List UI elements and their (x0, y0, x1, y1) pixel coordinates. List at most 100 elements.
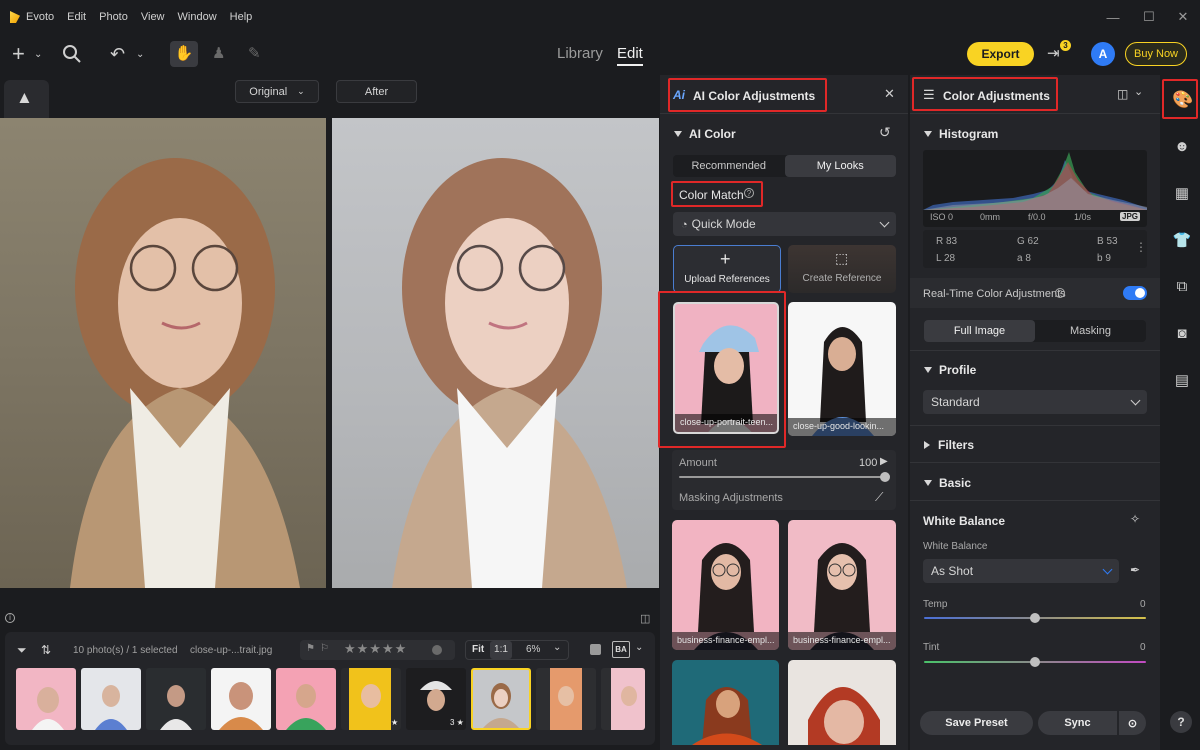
menu-edit[interactable]: Edit (67, 11, 86, 23)
create-reference-button[interactable]: ⬚ Create Reference (788, 245, 896, 293)
divider (660, 113, 908, 114)
realtime-toggle[interactable] (1123, 286, 1147, 300)
look-label: business-finance-empl... (788, 632, 896, 650)
avatar[interactable]: A (1091, 42, 1115, 66)
clothing-tool-icon[interactable]: 👕 (1172, 231, 1192, 251)
maximize-icon[interactable]: ☐ (1132, 0, 1166, 34)
menu-help[interactable]: Help (230, 11, 253, 23)
profile-section-title[interactable]: Profile (924, 363, 976, 377)
mode-library[interactable]: Library (557, 45, 603, 62)
tab-my-looks[interactable]: My Looks (784, 155, 896, 177)
temp-slider-knob[interactable] (1030, 613, 1040, 623)
minimize-icon[interactable]: — (1096, 0, 1130, 34)
sync-options-icon[interactable]: ⊙ (1119, 711, 1146, 735)
histogram-section-title[interactable]: Histogram (924, 127, 998, 141)
panel-layout-icon[interactable]: ◫ (1117, 87, 1128, 101)
camera-tool-icon[interactable]: ◙ (1172, 324, 1192, 344)
notification-badge: 3 (1060, 40, 1071, 51)
sync-button[interactable]: Sync (1038, 711, 1117, 735)
tint-slider-knob[interactable] (1030, 657, 1040, 667)
batch-export-icon[interactable]: ⇥ (1047, 44, 1060, 64)
single-view-icon[interactable] (590, 644, 601, 655)
view-chevron-down-icon[interactable]: ⌄ (635, 642, 643, 653)
right-rail (1162, 75, 1200, 750)
undo-chevron-down-icon[interactable]: ⌄ (136, 45, 144, 65)
auto-magic-icon[interactable]: ✧ (1130, 512, 1140, 526)
stamp-tool-icon[interactable]: ♟ (212, 44, 225, 64)
flag-icon[interactable]: ⚑ (306, 643, 315, 654)
mode-edit[interactable]: Edit (617, 45, 643, 66)
look-card-3[interactable]: business-finance-empl... (672, 520, 779, 650)
amount-slider-track[interactable] (679, 476, 885, 478)
close-window-icon[interactable]: ✕ (1166, 0, 1200, 34)
add-icon[interactable]: + (12, 43, 25, 65)
amount-slider-knob[interactable] (880, 472, 890, 482)
compare-view-icon[interactable]: ◫ (640, 612, 650, 625)
upload-references-button[interactable]: + Upload References (673, 245, 781, 293)
look-card-5[interactable] (672, 660, 779, 745)
add-chevron-down-icon[interactable]: ⌄ (34, 45, 42, 65)
buy-now-button[interactable]: Buy Now (1125, 42, 1187, 66)
search-icon[interactable] (62, 44, 82, 68)
original-dropdown[interactable]: Original ⌄ (235, 80, 319, 103)
help-icon[interactable]: ? (1055, 288, 1065, 298)
rating-stars[interactable]: ★★★★★ (344, 641, 407, 657)
menu-window[interactable]: Window (178, 11, 217, 23)
portrait-tool-icon[interactable]: ▲ (16, 88, 33, 108)
save-preset-button[interactable]: Save Preset (920, 711, 1033, 735)
look-card-2[interactable]: close-up-good-lookin... (788, 302, 896, 436)
basic-section-title[interactable]: Basic (924, 476, 971, 490)
zoom-chevron-down-icon[interactable]: ⌄ (553, 642, 561, 653)
rgb-readout: R 83 G 62 B 53 L 28 a 8 b 9 (923, 230, 1147, 268)
thumbnail-10[interactable] (601, 668, 645, 730)
zoom-value[interactable]: 6% (526, 644, 540, 655)
app-name[interactable]: Evoto (26, 11, 54, 23)
reset-icon[interactable]: ↺ (879, 124, 891, 141)
hand-tool-icon[interactable]: ✋ (170, 41, 198, 67)
thumbnail-1[interactable] (16, 668, 76, 730)
ratio-button[interactable]: 1:1 (490, 641, 512, 659)
before-after-icon[interactable]: BA (612, 641, 630, 658)
folder-tool-icon[interactable]: ▤ (1172, 371, 1192, 391)
color-label-icon[interactable] (432, 645, 442, 655)
filter-icon[interactable]: ⏷ (17, 643, 27, 658)
close-icon[interactable]: ✕ (884, 86, 895, 102)
eyedropper-icon[interactable]: ✒ (1130, 563, 1140, 577)
thumbnail-9[interactable] (536, 668, 596, 730)
ai-color-section-title[interactable]: AI Color (674, 127, 736, 141)
thumbnail-2[interactable] (81, 668, 141, 730)
thumb-6-rating: ★ (391, 718, 399, 727)
grid-tool-icon[interactable]: ▦ (1172, 184, 1192, 204)
expand-icon[interactable]: ▶ (880, 456, 888, 467)
crop-tool-icon[interactable]: ⧉ (1172, 277, 1192, 297)
info-icon[interactable]: i (5, 613, 15, 623)
bandage-tool-icon[interactable]: ✎ (248, 44, 261, 64)
reject-flag-icon[interactable]: ⚐ (320, 643, 329, 654)
readout-b2: b 9 (1097, 253, 1111, 264)
mode-dropdown[interactable]: ◔ Quick Mode (673, 212, 896, 236)
sort-icon[interactable]: ⇅ (41, 643, 51, 657)
thumbnail-4[interactable] (211, 668, 271, 730)
thumbnail-5[interactable] (276, 668, 336, 730)
look-card-6[interactable] (788, 660, 896, 745)
fit-button[interactable]: Fit (472, 644, 484, 655)
toggle-knob (1135, 288, 1145, 298)
undo-icon[interactable]: ↶ (110, 44, 125, 64)
menu-photo[interactable]: Photo (99, 11, 128, 23)
thumbnail-8-selected[interactable] (471, 668, 531, 730)
more-options-icon[interactable]: ⋮ (1135, 240, 1147, 254)
tab-masking[interactable]: Masking (1035, 320, 1146, 342)
thumbnail-3[interactable] (146, 668, 206, 730)
export-button[interactable]: Export (967, 42, 1034, 66)
tab-full-image[interactable]: Full Image (924, 320, 1035, 342)
face-tool-icon[interactable]: ☻ (1172, 137, 1192, 157)
white-balance-dropdown[interactable]: As Shot (923, 559, 1119, 583)
tab-recommended[interactable]: Recommended (673, 155, 785, 177)
panel-chevron-down-icon[interactable]: ⌄ (1134, 85, 1143, 98)
mask-brush-icon[interactable]: ⟋ (875, 490, 883, 505)
menu-view[interactable]: View (141, 11, 165, 23)
look-card-4[interactable]: business-finance-empl... (788, 520, 896, 650)
profile-dropdown[interactable]: Standard (923, 390, 1147, 414)
help-circle-icon[interactable]: ? (1170, 711, 1192, 733)
filters-section-title[interactable]: Filters (924, 438, 974, 452)
